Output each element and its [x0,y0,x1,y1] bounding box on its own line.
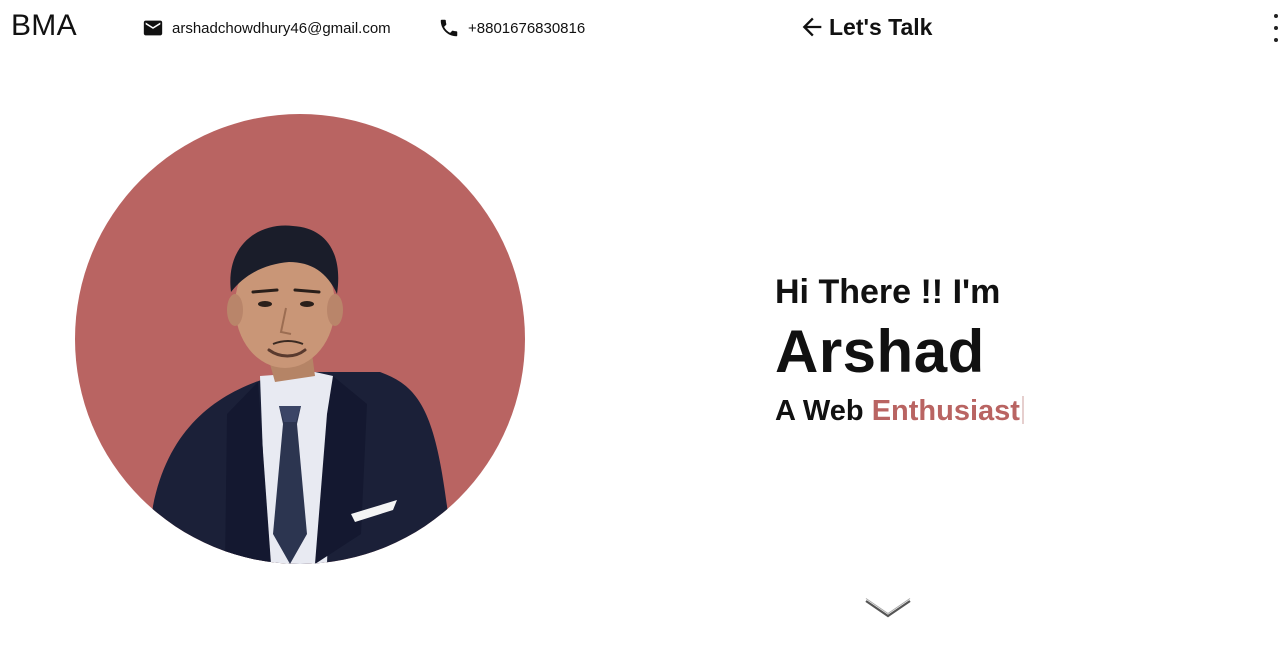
page: BMA arshadchowdhury46@gmail.com +8801676… [0,0,1280,646]
more-vert-icon[interactable] [1274,14,1280,42]
arrow-left-icon [798,13,826,41]
typing-cursor [1021,396,1024,424]
lets-talk-label: Let's Talk [829,13,933,40]
phone-icon [438,17,460,39]
hero-intro: Hi There !! I'm Arshad A Web Enthusiast [775,270,1024,430]
phone-text: +8801676830816 [468,19,586,37]
hero-greeting: Hi There !! I'm [775,273,1001,311]
email-text: arshadchowdhury46@gmail.com [172,19,391,37]
phone-link[interactable]: +8801676830816 [438,17,585,39]
profile-photo [145,225,455,564]
hero-name: Arshad [775,318,985,385]
email-link[interactable]: arshadchowdhury46@gmail.com [142,17,391,39]
tagline-prefix: A Web [775,395,864,427]
chevron-down-icon[interactable] [865,598,911,620]
top-bar: BMA arshadchowdhury46@gmail.com +8801676… [0,0,1280,56]
tagline-accent: Enthusiast [871,395,1020,427]
brand-logo[interactable]: BMA [11,9,77,43]
hero-tagline: A Web Enthusiast [775,392,1024,430]
mail-icon [142,17,164,39]
profile-avatar [75,114,525,564]
lets-talk-button[interactable]: Let's Talk [798,13,932,41]
